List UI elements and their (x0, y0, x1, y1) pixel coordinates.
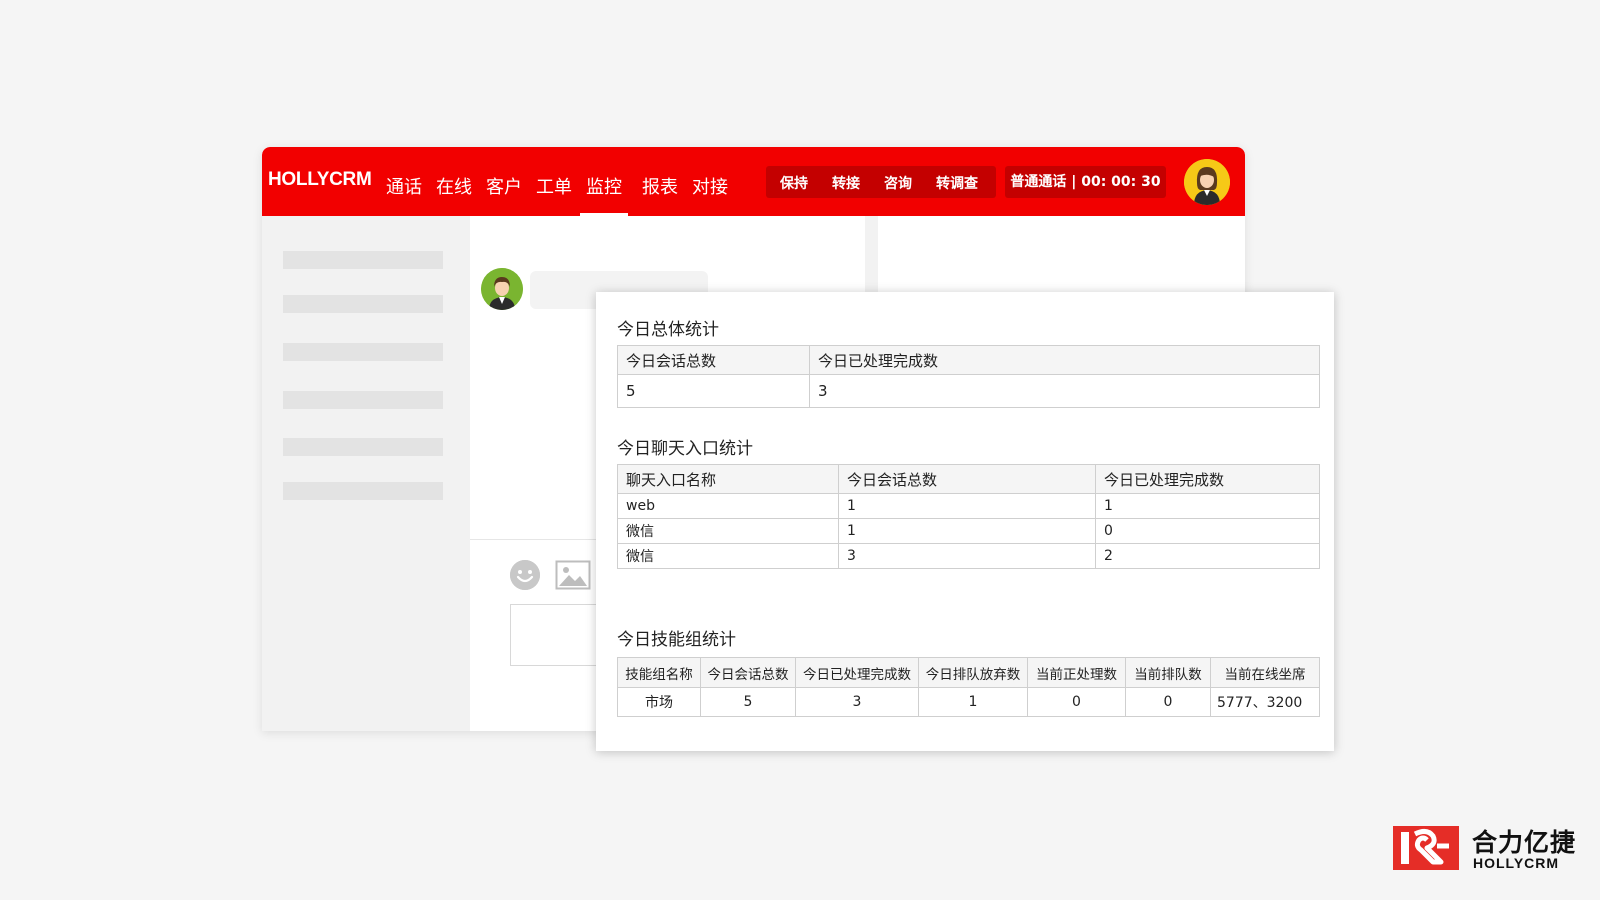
transfer-survey-button[interactable]: 转调查 (936, 173, 978, 193)
table-cell: 1 (1095, 493, 1320, 519)
table-cell: 3 (795, 687, 919, 717)
table-cell: 2 (1095, 543, 1320, 569)
male-customer-avatar-icon (481, 268, 523, 310)
overall-stats-title: 今日总体统计 (617, 320, 719, 340)
skill-group-stats-table: 技能组名称 今日会话总数 今日已处理完成数 今日排队放弃数 当前正处理数 当前排… (617, 657, 1320, 717)
entry-stats-table: 聊天入口名称 今日会话总数 今日已处理完成数 web 1 1 微信 1 0 微信… (617, 464, 1320, 569)
entry-stats-title: 今日聊天入口统计 (617, 439, 753, 459)
column-header: 今日会话总数 (700, 657, 796, 688)
nav-item-monitor[interactable]: 监控 (580, 173, 628, 217)
nav-item-call[interactable]: 通话 (386, 173, 422, 199)
table-cell: 微信 (617, 518, 839, 544)
call-timer: 普通通话 | 00: 00: 30 (1005, 166, 1166, 198)
column-header: 今日已处理完成数 (795, 657, 919, 688)
table-row: 市场 5 3 1 0 0 5777、3200 (617, 687, 1320, 717)
skill-group-stats-title: 今日技能组统计 (617, 630, 736, 650)
table-row: web 1 1 (617, 493, 1320, 519)
nav-item-report[interactable]: 报表 (642, 173, 678, 199)
call-action-group: 保持 转接 咨询 转调查 (766, 166, 996, 198)
sidebar-item[interactable] (283, 295, 443, 313)
image-icon[interactable] (555, 560, 591, 590)
company-logo: 合力亿捷 HOLLYCRM (1393, 822, 1583, 872)
sidebar-item[interactable] (283, 343, 443, 361)
table-cell: 1 (838, 493, 1096, 519)
company-logo-mark-icon (1393, 826, 1459, 870)
table-cell: 0 (1095, 518, 1320, 544)
brand-name: HOLLYCRM (268, 169, 372, 190)
stats-panel: 今日总体统计 今日会话总数 今日已处理完成数 5 3 今日聊天入口统计 聊天入口… (596, 292, 1334, 751)
column-header: 当前正处理数 (1027, 657, 1126, 688)
sidebar-item[interactable] (283, 438, 443, 456)
column-header: 今日会话总数 (838, 464, 1096, 494)
sidebar-item[interactable] (283, 251, 443, 269)
column-header: 当前排队数 (1125, 657, 1211, 688)
table-cell: 0 (1027, 687, 1126, 717)
nav-item-customer[interactable]: 客户 (486, 173, 522, 199)
consult-button[interactable]: 咨询 (884, 173, 912, 193)
column-header: 当前在线坐席 (1210, 657, 1320, 688)
overall-stats-table: 今日会话总数 今日已处理完成数 5 3 (617, 345, 1320, 408)
female-agent-avatar-icon[interactable] (1184, 159, 1230, 205)
column-header: 聊天入口名称 (617, 464, 839, 494)
table-cell: 5777、3200 (1210, 687, 1320, 717)
table-cell: web (617, 493, 839, 519)
sidebar-item[interactable] (283, 391, 443, 409)
company-name-cn: 合力亿捷 (1472, 828, 1577, 857)
company-name-en: HOLLYCRM (1473, 855, 1560, 871)
table-row: 5 3 (617, 374, 1320, 408)
table-cell: 1 (838, 518, 1096, 544)
column-header: 今日排队放弃数 (918, 657, 1028, 688)
sidebar-item[interactable] (283, 482, 443, 500)
column-header: 今日已处理完成数 (809, 345, 1320, 375)
column-header: 今日已处理完成数 (1095, 464, 1320, 494)
column-header: 今日会话总数 (617, 345, 810, 375)
hold-button[interactable]: 保持 (780, 173, 808, 193)
table-cell: 3 (838, 543, 1096, 569)
nav-item-online[interactable]: 在线 (436, 173, 472, 199)
table-cell: 1 (918, 687, 1028, 717)
transfer-button[interactable]: 转接 (832, 173, 860, 193)
nav-item-ticket[interactable]: 工单 (536, 173, 572, 199)
table-cell: 市场 (617, 687, 701, 717)
top-navigation-bar: HOLLYCRM 通话 在线 客户 工单 监控 报表 对接 保持 转接 咨询 转… (262, 147, 1245, 217)
table-row: 微信 1 0 (617, 518, 1320, 544)
column-header: 技能组名称 (617, 657, 701, 688)
table-row: 微信 3 2 (617, 543, 1320, 569)
table-cell: 5 (700, 687, 796, 717)
nav-item-integration[interactable]: 对接 (692, 173, 728, 199)
smiley-icon[interactable] (510, 560, 540, 590)
table-cell: 微信 (617, 543, 839, 569)
table-cell: 0 (1125, 687, 1211, 717)
sidebar (262, 216, 470, 731)
column-separator (865, 216, 878, 296)
table-cell: 3 (809, 374, 1320, 408)
table-cell: 5 (617, 374, 810, 408)
